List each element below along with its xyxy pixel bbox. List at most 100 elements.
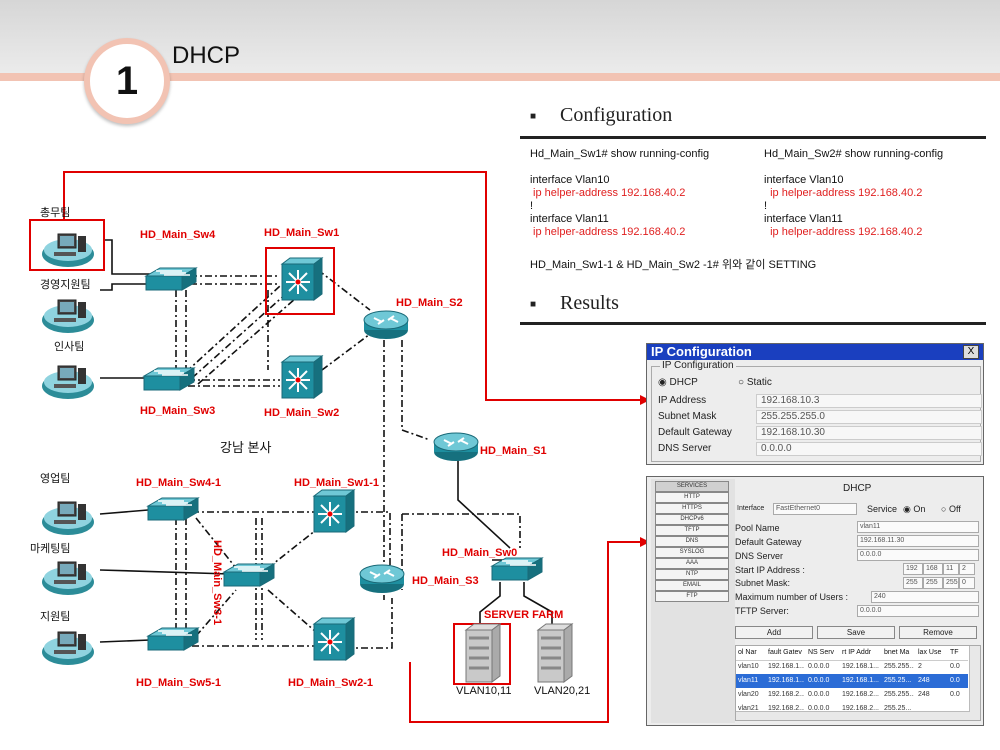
start-ip-octet-1[interactable]: 192 [903,563,923,575]
pc-icon [41,365,95,400]
subnet-octet-1[interactable]: 255 [903,577,923,589]
static-radio[interactable]: ○ Static [738,377,772,388]
max-users-label: Maximum number of Users : [735,592,849,602]
cell: 248 [918,677,930,684]
max-users-input[interactable]: 240 [871,591,979,603]
switch-icon [143,367,195,391]
ip-address-label: IP Address [658,395,707,406]
dns-server-label: DNS Server [658,443,712,454]
label-s1: HD_Main_S1 [480,445,547,457]
dhcp-gateway-label: Default Gateway [735,537,802,547]
dhcp-radio[interactable]: ◉ DHCP [658,377,698,388]
table-row[interactable]: vlan20 192.168.2... 0.0.0.0 192.168.2...… [736,688,968,702]
pool-table: ol Nar fault Gatev NS Serv rt IP Addr bn… [735,645,981,721]
cell: 255.255... [884,691,914,698]
col-dns: NS Serv [808,649,835,656]
service-on-label: On [913,504,926,514]
l3-switch-icon [281,355,323,399]
dns-server-field[interactable]: 0.0.0.0 [756,442,982,456]
pool-table-header: ol Nar fault Gatev NS Serv rt IP Addr bn… [736,646,968,661]
label-s3: HD_Main_S3 [412,575,479,587]
service-tab-dhcpv6[interactable]: DHCPv6 [655,514,729,525]
label-team-3: 인사팀 [54,340,84,353]
cell: vlan10 [738,663,759,670]
service-tab-ntp[interactable]: NTP [655,569,729,580]
tftp-server-label: TFTP Server: [735,606,789,616]
dhcp-dns-label: DNS Server [735,551,784,561]
col-pool-name: ol Nar [738,649,757,656]
label-sw4: HD_Main_Sw4 [140,229,216,241]
service-tab-dns[interactable]: DNS [655,536,729,547]
service-tab-ftp[interactable]: FTP [655,591,729,602]
default-gateway-field[interactable]: 192.168.10.30 [756,426,982,440]
service-tab-tftp[interactable]: TFTP [655,525,729,536]
dhcp-dns-input[interactable]: 0.0.0.0 [857,549,979,561]
cell: 0.0.0.0 [808,663,830,670]
dhcp-gateway-input[interactable]: 192.168.11.30 [857,535,979,547]
l3-switch-icon [313,617,355,661]
interface-label: Interface [737,505,765,512]
subnet-mask-field[interactable]: 255.255.255.0 [756,410,982,424]
label-team-6: 지원팀 [40,610,70,623]
dhcp-title: DHCP [843,483,872,494]
label-sw3: HD_Main_Sw3 [140,405,215,417]
start-ip-label: Start IP Address : [735,565,805,575]
cell: 192.168.2... [768,691,804,698]
service-on-radio[interactable]: ◉ On [903,504,925,515]
router-icon [363,310,409,340]
label-sw2: HD_Main_Sw2 [264,407,339,419]
subnet-octet-2[interactable]: 255 [923,577,943,589]
cell: 0.0.0.0 [808,677,830,684]
dhcp-subnet-label: Subnet Mask: [735,578,791,588]
close-button[interactable]: X [963,345,979,359]
horizontal-scrollbar[interactable] [736,711,970,720]
label-sw31: HD_Main_Sw3-1 [211,540,223,625]
cell: 192.168.1... [768,663,804,670]
cell: 0.0.0.0 [808,691,830,698]
ip-address-field[interactable]: 192.168.10.3 [756,394,982,408]
pool-name-input[interactable]: vlan11 [857,521,979,533]
remove-button[interactable]: Remove [899,626,977,639]
tftp-server-input[interactable]: 0.0.0.0 [857,605,979,617]
router-icon [433,432,479,462]
pc-icon [41,631,95,666]
dhcp-radio-label: DHCP [669,377,698,388]
start-ip-octet-4[interactable]: 2 [959,563,975,575]
service-tab-https[interactable]: HTTPS [655,503,729,514]
label-team-5: 마케팅팀 [30,542,70,555]
default-gateway-label: Default Gateway [658,427,732,438]
service-tab-aaa[interactable]: AAA [655,558,729,569]
cell: 192.168.1... [842,663,879,670]
save-button[interactable]: Save [817,626,895,639]
vertical-scrollbar[interactable] [969,646,980,720]
switch-icon [145,267,197,291]
label-team-2: 경영지원팀 [40,278,91,291]
cell: 192.168.2... [842,691,879,698]
subnet-octet-4[interactable]: 0 [959,577,975,589]
service-tab-syslog[interactable]: SYSLOG [655,547,729,558]
start-ip-octet-3[interactable]: 11 [943,563,959,575]
switch-icon [147,627,199,651]
service-off-radio[interactable]: ○ Off [941,504,961,514]
label-sw0: HD_Main_Sw0 [442,547,517,559]
interface-select[interactable]: FastEthernet0 [773,503,857,515]
static-radio-label: Static [746,377,772,388]
pool-name-label: Pool Name [735,523,780,533]
server-icon [536,622,574,684]
cell: 192.168.1... [842,677,879,684]
col-tftp: TF [950,649,959,656]
service-tab-services[interactable]: SERVICES [655,481,729,492]
service-tab-email[interactable]: EMAIL [655,580,729,591]
start-ip-octet-2[interactable]: 168 [923,563,943,575]
subnet-octet-3[interactable]: 255 [943,577,959,589]
table-row[interactable]: vlan10 192.168.1... 0.0.0.0 192.168.1...… [736,660,968,674]
add-button[interactable]: Add [735,626,813,639]
label-hq: 강남 본사 [220,440,271,455]
cell: 0.0 [950,677,960,684]
services-sidebar: SERVICES HTTP HTTPS DHCPv6 TFTP DNS SYSL… [651,479,735,723]
ip-config-titlebar: IP Configuration X [647,344,983,360]
label-server-2: VLAN20,21 [534,685,590,697]
table-row-selected[interactable]: vlan11 192.168.1... 0.0.0.0 192.168.1...… [736,674,968,688]
label-sw11: HD_Main_Sw1-1 [294,477,379,489]
service-tab-http[interactable]: HTTP [655,492,729,503]
